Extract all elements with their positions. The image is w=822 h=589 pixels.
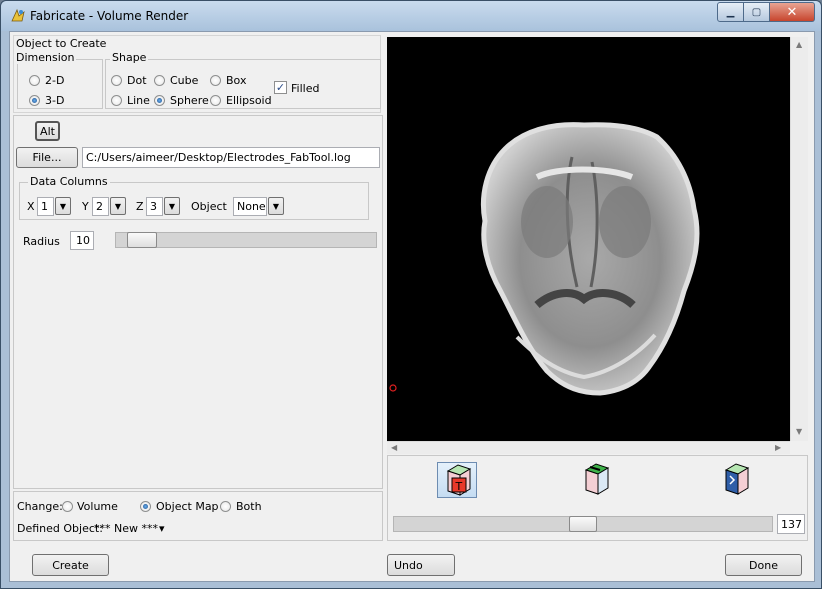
radio-volume[interactable] — [62, 501, 73, 512]
coronal-view-cube-icon — [584, 463, 610, 495]
undo-button[interactable]: Undo — [387, 554, 455, 576]
alt-button[interactable]: Alt — [35, 121, 60, 141]
y-column-label: Y — [82, 200, 89, 213]
radio-both-label: Both — [236, 500, 262, 513]
top-view-letter: T — [455, 480, 463, 493]
radio-cube-label: Cube — [170, 74, 199, 87]
radio-2d-label: 2-D — [45, 74, 65, 87]
radio-line[interactable] — [111, 95, 122, 106]
radio-box-label: Box — [226, 74, 247, 87]
file-button[interactable]: File... — [16, 147, 78, 168]
radio-cube[interactable] — [154, 75, 165, 86]
viewport-vertical-scrollbar[interactable]: ▲ ▼ — [790, 37, 808, 441]
radio-ellipsoid-label: Ellipsoid — [226, 94, 272, 107]
dimension-group-title: Dimension — [16, 51, 77, 64]
z-column-dropdown-icon[interactable]: ▼ — [164, 197, 180, 215]
window-title: Fabricate - Volume Render — [30, 9, 189, 23]
minimize-icon: ▁ — [726, 6, 735, 18]
x-column-dropdown-icon[interactable]: ▼ — [55, 197, 71, 215]
radio-3d[interactable] — [29, 95, 40, 106]
radio-3d-label: 3-D — [45, 94, 65, 107]
application-window: Fabricate - Volume Render ▁ ▢ ✕ Object t… — [0, 0, 822, 589]
scroll-down-icon[interactable]: ▼ — [796, 427, 802, 436]
radio-line-label: Line — [127, 94, 150, 107]
top-view-button[interactable]: T — [437, 462, 477, 498]
radio-object-map-label: Object Map — [156, 500, 219, 513]
radius-slider-thumb[interactable] — [127, 232, 157, 248]
brain-slice-image — [389, 122, 700, 396]
scroll-left-icon[interactable]: ◀ — [391, 443, 397, 452]
object-column-label: Object — [191, 200, 227, 213]
radius-field[interactable]: 10 — [70, 231, 94, 250]
create-button[interactable]: Create — [32, 554, 109, 576]
minimize-button[interactable]: ▁ — [717, 2, 744, 22]
z-column-select[interactable]: 3 — [146, 197, 163, 216]
radio-ellipsoid[interactable] — [210, 95, 221, 106]
done-button[interactable]: Done — [725, 554, 802, 576]
defined-object-label: Defined Object: — [17, 522, 103, 535]
radius-label: Radius — [23, 235, 60, 248]
radio-dot[interactable] — [111, 75, 122, 86]
close-button[interactable]: ✕ — [770, 2, 815, 22]
title-bar[interactable]: Fabricate - Volume Render ▁ ▢ ✕ — [1, 1, 821, 31]
radio-both[interactable] — [220, 501, 231, 512]
client-area: Object to Create Dimension 2-D 3-D Shape… — [9, 31, 815, 582]
defined-object-dropdown-icon[interactable]: ▾ — [159, 522, 165, 535]
object-group-title: Object to Create — [16, 37, 107, 50]
radio-object-map[interactable] — [140, 501, 151, 512]
coronal-view-button[interactable] — [578, 462, 618, 498]
radio-2d[interactable] — [29, 75, 40, 86]
sagittal-view-cube-icon — [724, 463, 750, 495]
scroll-up-icon[interactable]: ▲ — [796, 40, 802, 49]
shape-group-title: Shape — [110, 51, 149, 64]
parameters-panel — [13, 115, 383, 489]
y-column-dropdown-icon[interactable]: ▼ — [110, 197, 126, 215]
x-column-select[interactable]: 1 — [37, 197, 54, 216]
filled-checkbox[interactable]: ✓ — [274, 81, 287, 94]
data-columns-title: Data Columns — [28, 175, 110, 188]
radio-sphere-label: Sphere — [170, 94, 209, 107]
maximize-button[interactable]: ▢ — [744, 2, 770, 22]
viewport-horizontal-scrollbar[interactable]: ◀ ▶ — [387, 441, 790, 454]
app-icon — [11, 8, 25, 22]
volume-render-viewport[interactable] — [387, 37, 790, 441]
radio-volume-label: Volume — [77, 500, 118, 513]
defined-object-value[interactable]: *** New *** — [94, 522, 158, 535]
object-column-dropdown-icon[interactable]: ▼ — [268, 197, 284, 215]
close-icon: ✕ — [786, 4, 798, 20]
top-view-cube-icon: T — [446, 464, 472, 496]
object-column-select[interactable]: None — [233, 197, 267, 216]
maximize-icon: ▢ — [751, 6, 762, 18]
y-column-select[interactable]: 2 — [92, 197, 109, 216]
file-path-field[interactable]: C:/Users/aimeer/Desktop/Electrodes_FabTo… — [82, 147, 380, 168]
radio-dot-label: Dot — [127, 74, 147, 87]
sagittal-view-button[interactable] — [718, 462, 758, 498]
radio-box[interactable] — [210, 75, 221, 86]
radio-sphere[interactable] — [154, 95, 165, 106]
scroll-right-icon[interactable]: ▶ — [775, 443, 781, 452]
z-column-label: Z — [136, 200, 144, 213]
change-label: Change: — [17, 500, 63, 513]
x-column-label: X — [27, 200, 35, 213]
slice-slider-thumb[interactable] — [569, 516, 597, 532]
slice-value-field[interactable]: 137 — [777, 514, 805, 534]
filled-label: Filled — [291, 82, 320, 95]
